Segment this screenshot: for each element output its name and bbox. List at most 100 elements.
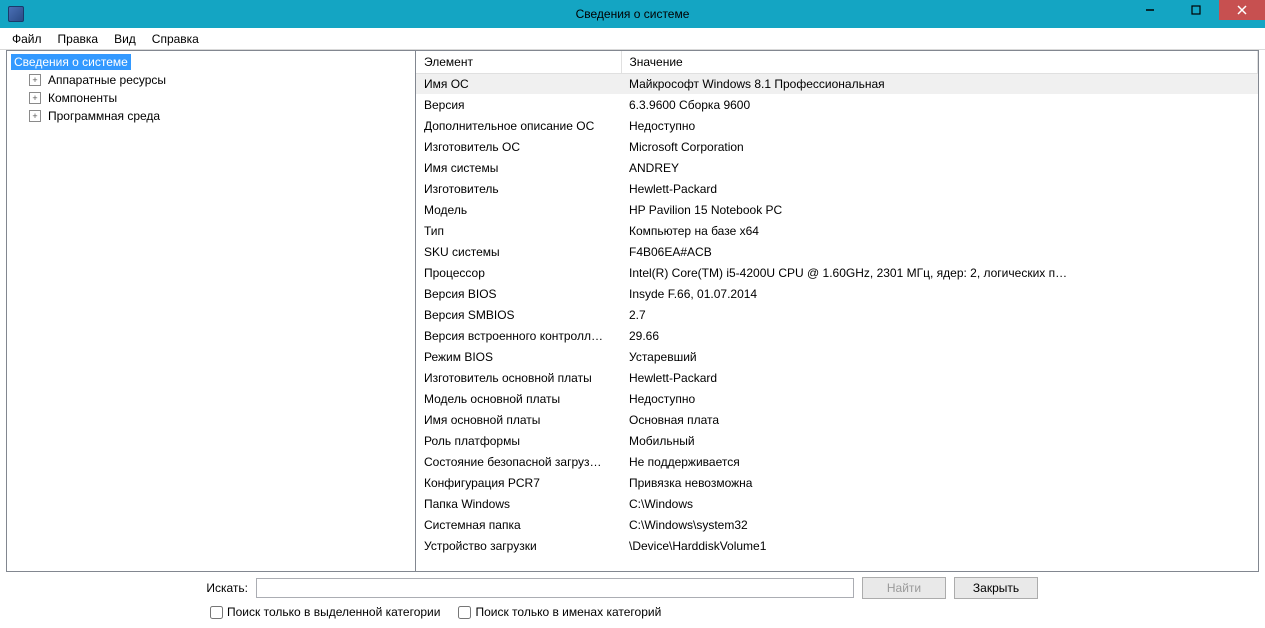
tree-pane[interactable]: Сведения о системе + Аппаратные ресурсы … bbox=[6, 50, 416, 572]
table-row[interactable]: Версия встроенного контролл…29.66 bbox=[416, 325, 1258, 346]
cell-element: SKU системы bbox=[416, 241, 621, 262]
table-row[interactable]: Устройство загрузки\Device\HarddiskVolum… bbox=[416, 535, 1258, 556]
maximize-button[interactable] bbox=[1173, 0, 1219, 20]
close-find-button[interactable]: Закрыть bbox=[954, 577, 1038, 599]
table-row[interactable]: МодельHP Pavilion 15 Notebook PC bbox=[416, 199, 1258, 220]
footer-row-search: Искать: Найти Закрыть bbox=[6, 576, 1259, 600]
table-row[interactable]: Режим BIOSУстаревший bbox=[416, 346, 1258, 367]
search-label: Искать: bbox=[6, 581, 256, 595]
workarea: Сведения о системе + Аппаратные ресурсы … bbox=[6, 50, 1259, 572]
cell-element: Изготовитель основной платы bbox=[416, 367, 621, 388]
table-row[interactable]: Дополнительное описание ОСНедоступно bbox=[416, 115, 1258, 136]
cell-element: Системная папка bbox=[416, 514, 621, 535]
table-row[interactable]: Модель основной платыНедоступно bbox=[416, 388, 1258, 409]
table-row[interactable]: ПроцессорIntel(R) Core(TM) i5-4200U CPU … bbox=[416, 262, 1258, 283]
table-row[interactable]: Имя ОСМайкрософт Windows 8.1 Профессиона… bbox=[416, 73, 1258, 94]
chk-selected-category-box[interactable] bbox=[210, 606, 223, 619]
table-row[interactable]: Папка WindowsC:\Windows bbox=[416, 493, 1258, 514]
cell-value: Мобильный bbox=[621, 430, 1258, 451]
cell-element: Версия bbox=[416, 94, 621, 115]
tree-node-hardware[interactable]: + Аппаратные ресурсы bbox=[9, 71, 413, 89]
table-row[interactable]: SKU системыF4B06EA#ACB bbox=[416, 241, 1258, 262]
cell-value: Не поддерживается bbox=[621, 451, 1258, 472]
chk-selected-category[interactable]: Поиск только в выделенной категории bbox=[206, 603, 440, 622]
cell-value: Hewlett-Packard bbox=[621, 178, 1258, 199]
cell-value: Майкрософт Windows 8.1 Профессиональная bbox=[621, 73, 1258, 94]
table-row[interactable]: Роль платформыМобильный bbox=[416, 430, 1258, 451]
table-row[interactable]: Имя системыANDREY bbox=[416, 157, 1258, 178]
search-input[interactable] bbox=[256, 578, 854, 598]
chk-category-names-label: Поиск только в именах категорий bbox=[475, 605, 661, 619]
chk-category-names-box[interactable] bbox=[458, 606, 471, 619]
find-button[interactable]: Найти bbox=[862, 577, 946, 599]
details-pane[interactable]: Элемент Значение Имя ОСМайкрософт Window… bbox=[416, 50, 1259, 572]
cell-value: C:\Windows\system32 bbox=[621, 514, 1258, 535]
cell-value: \Device\HarddiskVolume1 bbox=[621, 535, 1258, 556]
tree-node-root[interactable]: Сведения о системе bbox=[9, 53, 413, 71]
menu-help[interactable]: Справка bbox=[144, 30, 207, 48]
cell-value: Intel(R) Core(TM) i5-4200U CPU @ 1.60GHz… bbox=[621, 262, 1258, 283]
cell-value: ANDREY bbox=[621, 157, 1258, 178]
cell-value: Привязка невозможна bbox=[621, 472, 1258, 493]
cell-element: Состояние безопасной загруз… bbox=[416, 451, 621, 472]
cell-element: Изготовитель ОС bbox=[416, 136, 621, 157]
cell-value: Недоступно bbox=[621, 115, 1258, 136]
cell-element: Изготовитель bbox=[416, 178, 621, 199]
footer: Искать: Найти Закрыть Поиск только в выд… bbox=[6, 576, 1259, 624]
cell-value: 29.66 bbox=[621, 325, 1258, 346]
expand-icon[interactable]: + bbox=[29, 74, 41, 86]
cell-value: Устаревший bbox=[621, 346, 1258, 367]
cell-value: Основная плата bbox=[621, 409, 1258, 430]
chk-selected-category-label: Поиск только в выделенной категории bbox=[227, 605, 440, 619]
cell-element: Имя основной платы bbox=[416, 409, 621, 430]
col-element[interactable]: Элемент bbox=[416, 51, 621, 73]
cell-element: Устройство загрузки bbox=[416, 535, 621, 556]
cell-value: Microsoft Corporation bbox=[621, 136, 1258, 157]
cell-value: Недоступно bbox=[621, 388, 1258, 409]
menu-file[interactable]: Файл bbox=[4, 30, 50, 48]
tree-label: Компоненты bbox=[45, 90, 120, 106]
table-row[interactable]: Версия6.3.9600 Сборка 9600 bbox=[416, 94, 1258, 115]
table-row[interactable]: Конфигурация PCR7Привязка невозможна bbox=[416, 472, 1258, 493]
cell-element: Версия встроенного контролл… bbox=[416, 325, 621, 346]
cell-value: HP Pavilion 15 Notebook PC bbox=[621, 199, 1258, 220]
footer-row-checks: Поиск только в выделенной категории Поис… bbox=[6, 602, 1259, 622]
expand-icon[interactable]: + bbox=[29, 92, 41, 104]
cell-value: 2.7 bbox=[621, 304, 1258, 325]
cell-element: Имя ОС bbox=[416, 73, 621, 94]
cell-value: Insyde F.66, 01.07.2014 bbox=[621, 283, 1258, 304]
table-header-row: Элемент Значение bbox=[416, 51, 1258, 73]
cell-element: Роль платформы bbox=[416, 430, 621, 451]
expand-icon[interactable]: + bbox=[29, 110, 41, 122]
tree-label: Аппаратные ресурсы bbox=[45, 72, 169, 88]
table-row[interactable]: ИзготовительHewlett-Packard bbox=[416, 178, 1258, 199]
table-row[interactable]: Версия BIOSInsyde F.66, 01.07.2014 bbox=[416, 283, 1258, 304]
table-row[interactable]: Состояние безопасной загруз…Не поддержив… bbox=[416, 451, 1258, 472]
titlebar: Сведения о системе bbox=[0, 0, 1265, 28]
table-row[interactable]: Изготовитель основной платыHewlett-Packa… bbox=[416, 367, 1258, 388]
tree-node-software-env[interactable]: + Программная среда bbox=[9, 107, 413, 125]
menu-edit[interactable]: Правка bbox=[50, 30, 107, 48]
details-table: Элемент Значение Имя ОСМайкрософт Window… bbox=[416, 51, 1258, 556]
table-row[interactable]: Версия SMBIOS2.7 bbox=[416, 304, 1258, 325]
tree-node-components[interactable]: + Компоненты bbox=[9, 89, 413, 107]
table-row[interactable]: Имя основной платыОсновная плата bbox=[416, 409, 1258, 430]
cell-element: Имя системы bbox=[416, 157, 621, 178]
col-value[interactable]: Значение bbox=[621, 51, 1258, 73]
cell-value: C:\Windows bbox=[621, 493, 1258, 514]
cell-element: Версия BIOS bbox=[416, 283, 621, 304]
cell-element: Процессор bbox=[416, 262, 621, 283]
maximize-icon bbox=[1191, 5, 1201, 15]
close-icon bbox=[1237, 5, 1247, 15]
close-button[interactable] bbox=[1219, 0, 1265, 20]
tree-label: Сведения о системе bbox=[11, 54, 131, 70]
table-row[interactable]: ТипКомпьютер на базе x64 bbox=[416, 220, 1258, 241]
cell-element: Версия SMBIOS bbox=[416, 304, 621, 325]
table-row[interactable]: Системная папкаC:\Windows\system32 bbox=[416, 514, 1258, 535]
chk-category-names[interactable]: Поиск только в именах категорий bbox=[454, 603, 661, 622]
menu-view[interactable]: Вид bbox=[106, 30, 144, 48]
table-row[interactable]: Изготовитель ОСMicrosoft Corporation bbox=[416, 136, 1258, 157]
cell-value: Hewlett-Packard bbox=[621, 367, 1258, 388]
minimize-button[interactable] bbox=[1127, 0, 1173, 20]
cell-element: Папка Windows bbox=[416, 493, 621, 514]
